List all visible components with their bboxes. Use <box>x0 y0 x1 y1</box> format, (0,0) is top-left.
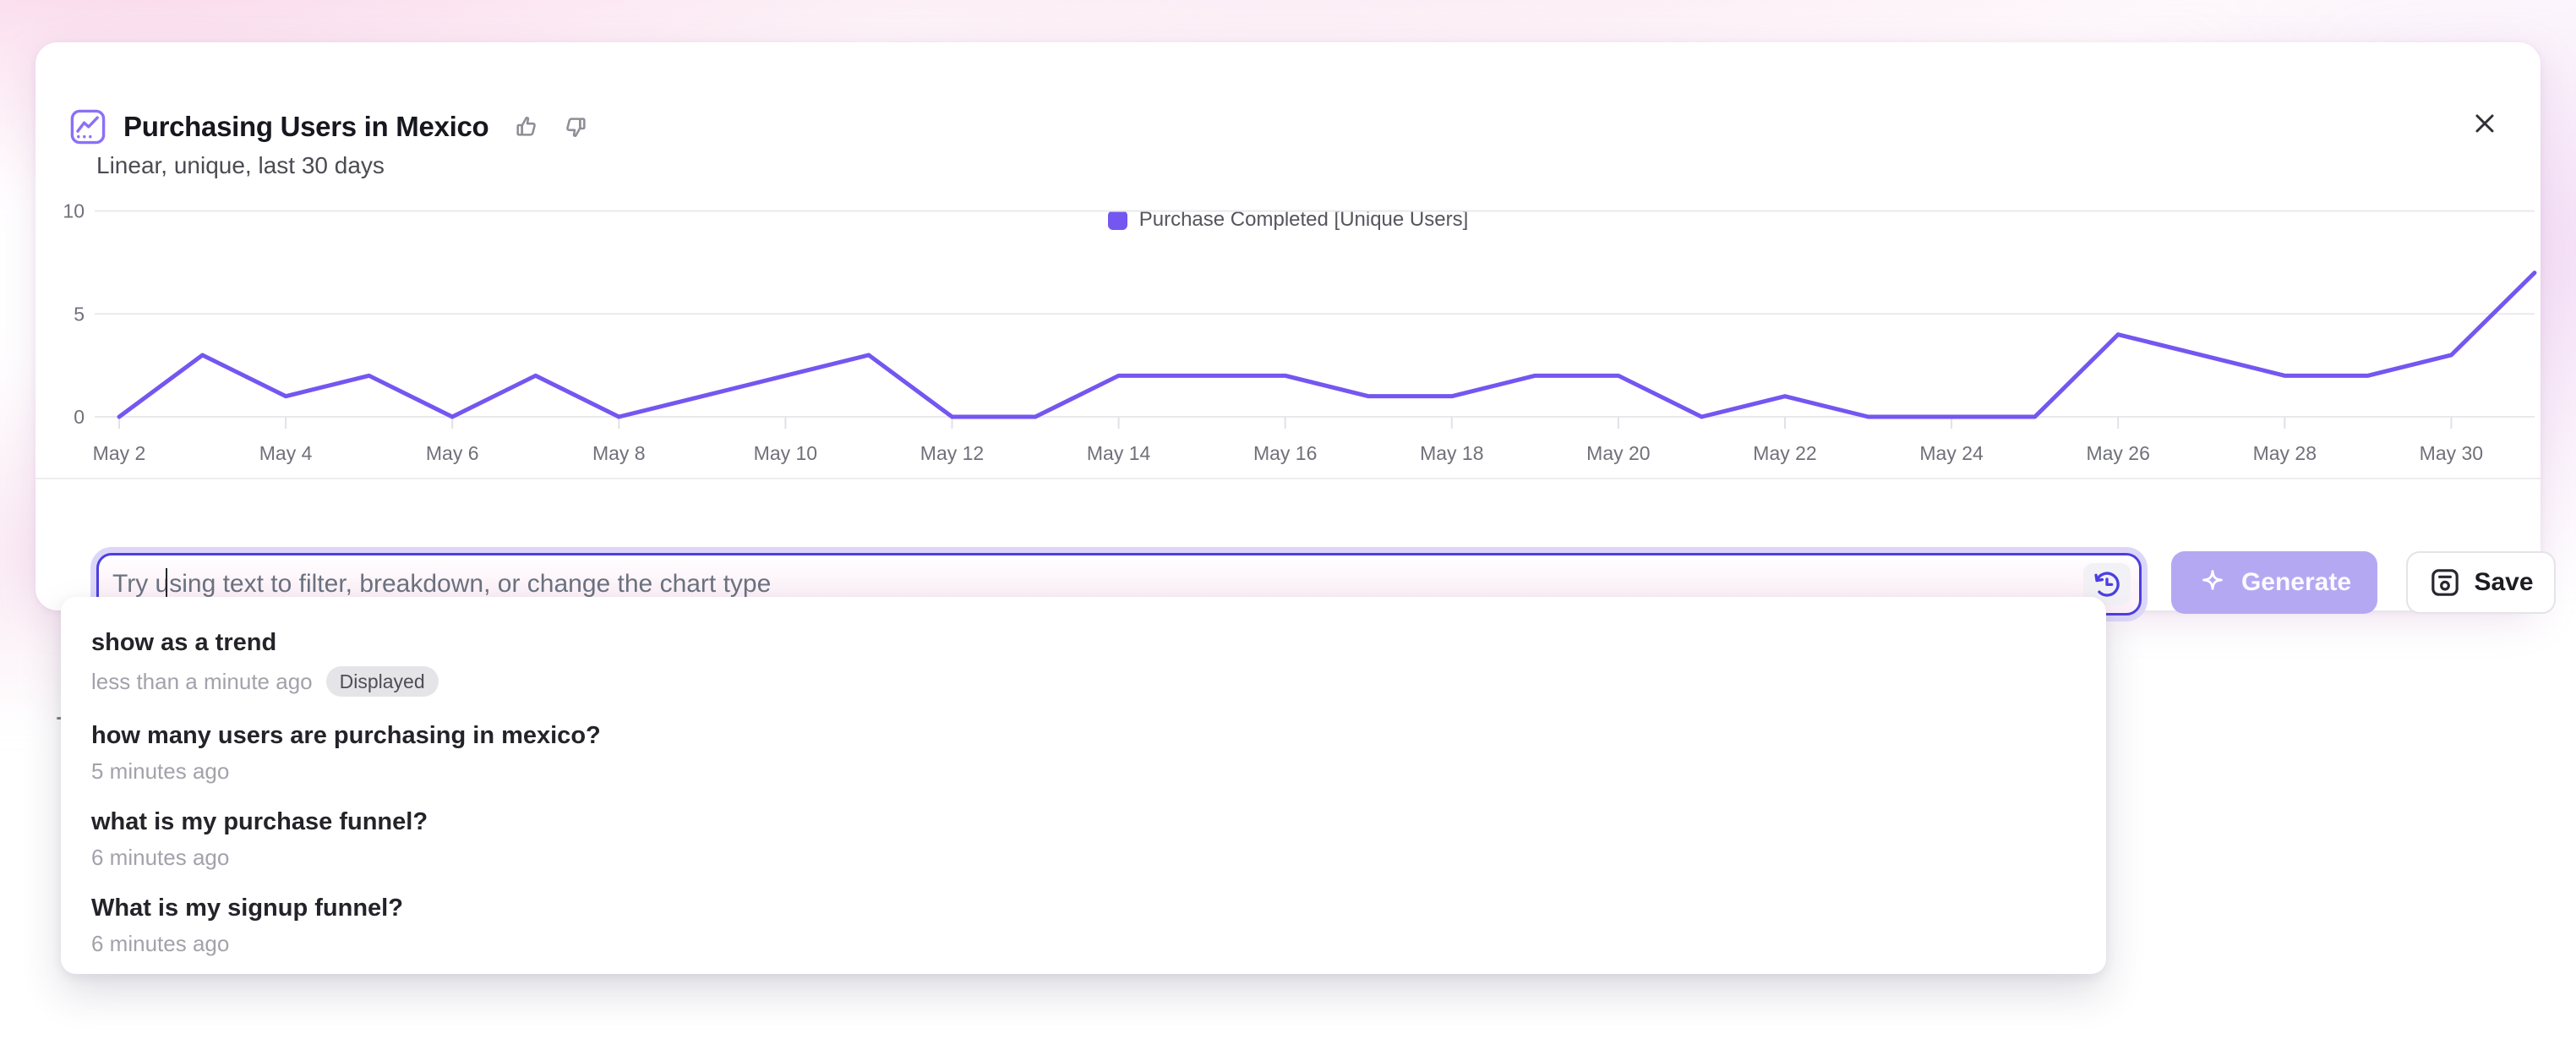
chart-card: Purchasing Users in Mexico Linear, uniqu… <box>35 42 2541 610</box>
legend-item[interactable]: Purchase Completed [Unique Users] <box>1108 208 1469 232</box>
legend-color-swatch <box>1108 211 1127 230</box>
history-item-meta: 6 minutes ago <box>91 932 2076 955</box>
generate-button[interactable]: Generate <box>2171 551 2377 614</box>
sparkle-icon <box>2197 567 2228 598</box>
feedback-buttons <box>512 111 590 143</box>
card-header: Purchasing Users in Mexico <box>68 105 590 149</box>
line-chart-icon <box>68 107 108 147</box>
close-icon <box>2470 108 2500 139</box>
chart-subtitle: Linear, unique, last 30 days <box>96 152 385 179</box>
history-item-title: What is my signup funnel? <box>91 895 2076 922</box>
save-icon <box>2428 566 2462 599</box>
history-item-title: how many users are purchasing in mexico? <box>91 722 2076 749</box>
history-item-time: less than a minute ago <box>91 670 313 693</box>
history-item[interactable]: show as a trend less than a minute ago D… <box>61 617 2106 710</box>
history-item[interactable]: what is my purchase funnel? 6 minutes ag… <box>61 796 2106 883</box>
legend-label: Purchase Completed [Unique Users] <box>1139 208 1469 232</box>
chart-legend: Purchase Completed [Unique Users] <box>35 208 2541 232</box>
generate-button-label: Generate <box>2241 568 2351 597</box>
history-item[interactable]: how many users are purchasing in mexico?… <box>61 710 2106 796</box>
page-title: Purchasing Users in Mexico <box>123 111 488 143</box>
history-item-meta: 6 minutes ago <box>91 845 2076 869</box>
thumbs-up-button[interactable] <box>512 111 544 143</box>
history-item-meta: 5 minutes ago <box>91 759 2076 783</box>
history-item[interactable]: What is my signup funnel? 6 minutes ago <box>61 883 2106 969</box>
close-button[interactable] <box>2468 107 2502 140</box>
history-item-meta: less than a minute ago Displayed <box>91 666 2076 697</box>
history-item-time: 5 minutes ago <box>91 759 229 783</box>
history-item-time: 6 minutes ago <box>91 845 229 869</box>
history-item-title: show as a trend <box>91 629 2076 656</box>
save-button-label: Save <box>2474 568 2533 597</box>
displayed-badge: Displayed <box>326 666 439 697</box>
thumbs-up-icon <box>514 112 543 141</box>
card-divider <box>35 478 2541 479</box>
save-button[interactable]: Save <box>2406 551 2556 614</box>
thumbs-down-icon <box>559 112 588 141</box>
prompt-history-dropdown: show as a trend less than a minute ago D… <box>61 597 2106 974</box>
thumbs-down-button[interactable] <box>558 111 590 143</box>
history-item-time: 6 minutes ago <box>91 932 229 955</box>
history-item-title: what is my purchase funnel? <box>91 808 2076 835</box>
